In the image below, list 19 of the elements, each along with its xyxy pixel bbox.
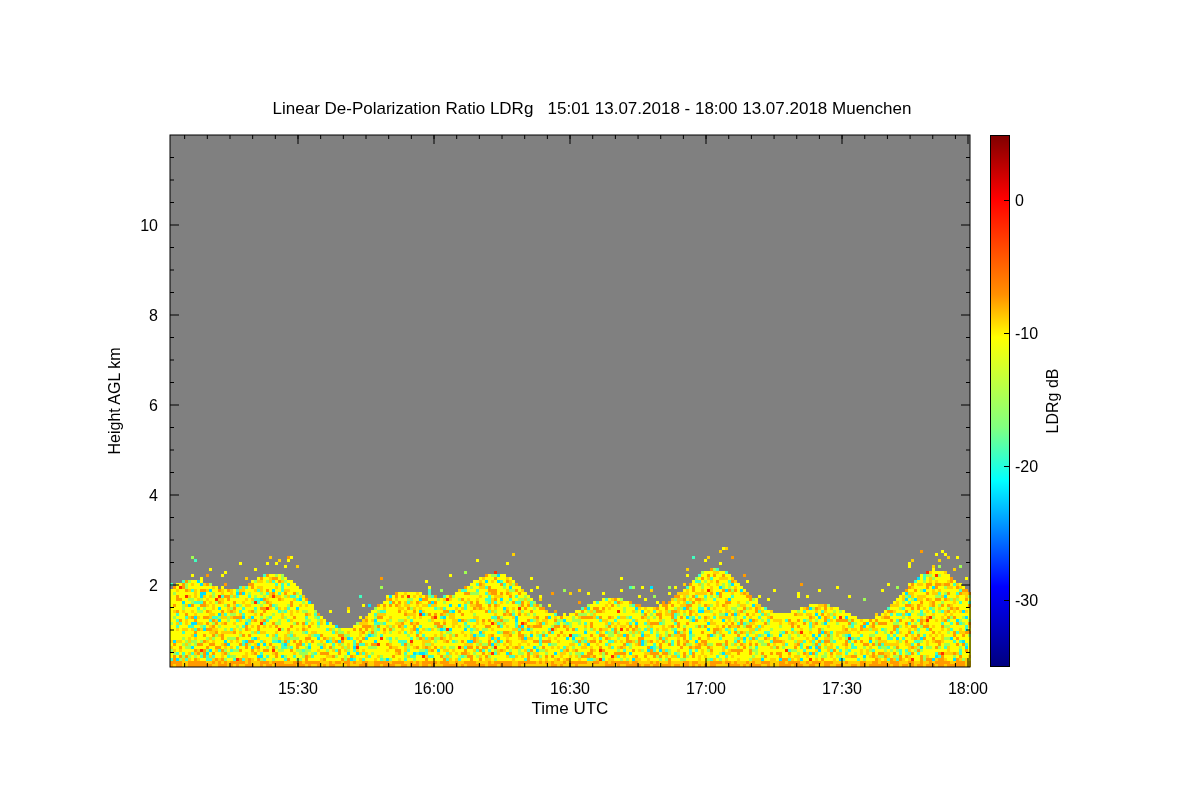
y-tick-label: 10	[140, 217, 158, 234]
colorbar-tick-label: 0	[1015, 192, 1024, 209]
y-axis-label: Height AGL km	[106, 347, 123, 455]
y-tick-label: 8	[149, 307, 158, 324]
chart-title: Linear De-Polarization Ratio LDRg 15:01 13.07.2018 - 18:00 13.07.2018 Muenchen	[272, 99, 912, 118]
x-axis-label: Time UTC	[531, 699, 609, 718]
colorbar-tick-label: -20	[1015, 458, 1039, 475]
colorbar-label: LDRg dB	[1044, 368, 1061, 434]
x-tick-label: 16:30	[550, 680, 590, 697]
colorbar-tick-label: -10	[1015, 325, 1039, 342]
y-tick-label: 6	[149, 397, 158, 414]
colorbar-tick-label: -30	[1015, 592, 1039, 609]
y-tick-label: 2	[149, 577, 158, 594]
x-tick-label: 16:00	[414, 680, 454, 697]
x-tick-label: 15:30	[278, 680, 318, 697]
x-tick-label: 18:00	[948, 680, 988, 697]
x-tick-label: 17:30	[822, 680, 862, 697]
x-tick-label: 17:00	[686, 680, 726, 697]
y-tick-label: 4	[149, 487, 158, 504]
